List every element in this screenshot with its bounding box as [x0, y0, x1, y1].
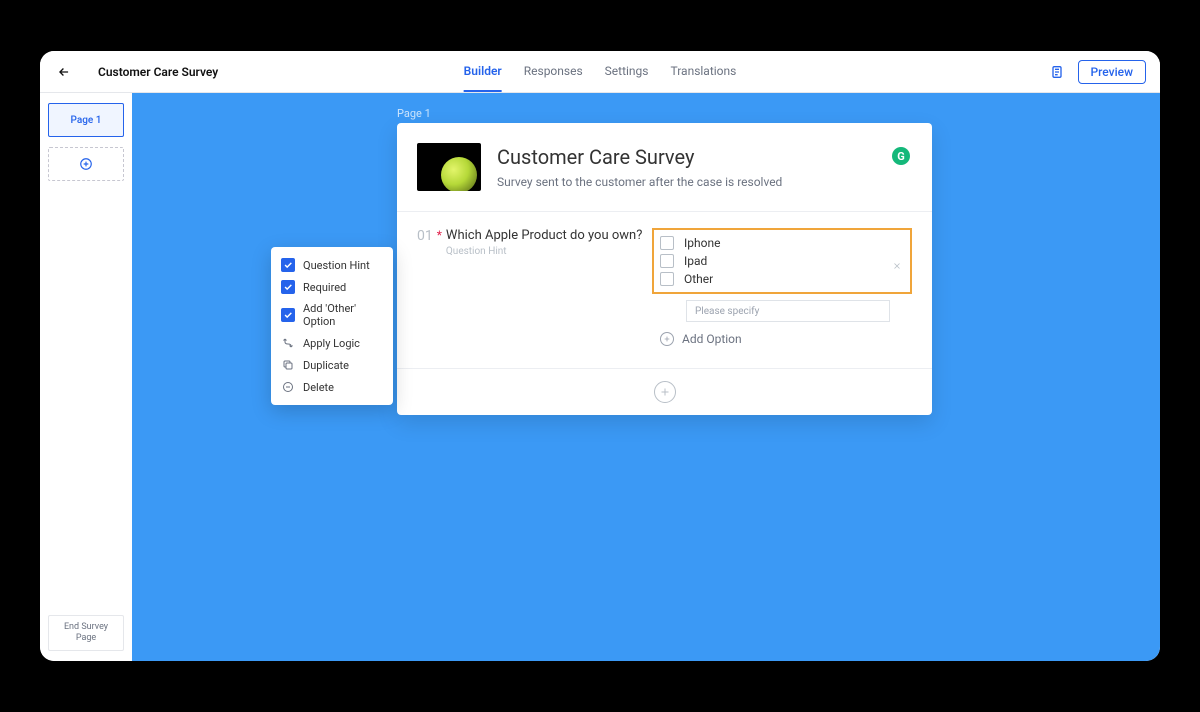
checkbox-icon[interactable]: [660, 254, 674, 268]
preview-button[interactable]: Preview: [1078, 60, 1147, 84]
pages-sidebar: Page 1 End Survey Page: [40, 93, 132, 661]
add-option-label: Add Option: [682, 332, 742, 346]
tab-translations[interactable]: Translations: [670, 51, 736, 92]
question-text[interactable]: Which Apple Product do you own?: [446, 228, 642, 243]
menu-label: Apply Logic: [303, 337, 360, 350]
survey-card: Customer Care Survey Survey sent to the …: [397, 123, 932, 415]
question-context-menu: Question Hint Required Add 'Other' Optio…: [271, 247, 393, 405]
remove-option-button[interactable]: [892, 256, 902, 275]
checkbox-icon[interactable]: [660, 236, 674, 250]
checkbox-icon[interactable]: [660, 272, 674, 286]
option-row[interactable]: Iphone: [660, 234, 904, 252]
option-row[interactable]: Ipad: [660, 252, 904, 270]
header-tabs: Builder Responses Settings Translations: [464, 51, 737, 92]
card-title[interactable]: Customer Care Survey: [497, 145, 782, 169]
tab-responses[interactable]: Responses: [524, 51, 583, 92]
back-button[interactable]: [54, 62, 74, 82]
checkbox-checked-icon: [281, 308, 295, 322]
tab-builder[interactable]: Builder: [464, 51, 502, 92]
menu-duplicate[interactable]: Duplicate: [271, 354, 393, 376]
arrow-left-icon: [57, 65, 71, 79]
canvas-page-label: Page 1: [397, 107, 431, 120]
menu-label: Required: [303, 281, 346, 294]
menu-label: Duplicate: [303, 359, 349, 372]
add-question-button[interactable]: [654, 381, 676, 403]
menu-apply-logic[interactable]: Apply Logic: [271, 332, 393, 354]
branch-icon: [281, 336, 295, 350]
menu-add-other[interactable]: Add 'Other' Option: [271, 298, 393, 332]
question-number: 01: [417, 228, 433, 346]
grammarly-badge[interactable]: G: [892, 147, 910, 165]
duplicate-icon: [281, 358, 295, 372]
other-specify-input[interactable]: Please specify: [686, 300, 890, 322]
end-survey-page-button[interactable]: End Survey Page: [48, 615, 124, 651]
checkbox-checked-icon: [281, 258, 295, 272]
document-icon: [1049, 64, 1065, 80]
plus-circle-icon: [79, 157, 93, 171]
delete-icon: [281, 380, 295, 394]
app-frame: Customer Care Survey Builder Responses S…: [40, 51, 1160, 661]
card-subtitle[interactable]: Survey sent to the customer after the ca…: [497, 175, 782, 189]
card-header: Customer Care Survey Survey sent to the …: [397, 123, 932, 212]
header-actions: Preview: [1048, 60, 1147, 84]
options-highlight-box: Iphone Ipad Other: [652, 228, 912, 294]
question-block[interactable]: 01 * Which Apple Product do you own? Que…: [397, 212, 932, 369]
survey-title: Customer Care Survey: [98, 65, 218, 79]
survey-image[interactable]: [417, 143, 481, 191]
option-row[interactable]: Other: [660, 270, 904, 288]
page-thumb-1[interactable]: Page 1: [48, 103, 124, 137]
option-label[interactable]: Iphone: [684, 236, 720, 250]
menu-label: Delete: [303, 381, 334, 394]
checkbox-checked-icon: [281, 280, 295, 294]
ball-graphic: [441, 157, 477, 191]
copy-link-button[interactable]: [1048, 63, 1066, 81]
option-label[interactable]: Ipad: [684, 254, 707, 268]
close-icon: [892, 261, 902, 271]
builder-canvas: Page 1 Question Hint Required: [132, 93, 1160, 661]
menu-question-hint[interactable]: Question Hint: [271, 254, 393, 276]
add-option-button[interactable]: Add Option: [660, 332, 912, 346]
question-hint-placeholder[interactable]: Question Hint: [446, 246, 642, 257]
required-star-icon: *: [437, 228, 442, 346]
answer-options: Iphone Ipad Other: [652, 228, 912, 346]
menu-label: Question Hint: [303, 259, 370, 272]
menu-label: Add 'Other' Option: [303, 302, 383, 328]
plus-circle-icon: [660, 332, 674, 346]
add-page-button[interactable]: [48, 147, 124, 181]
header: Customer Care Survey Builder Responses S…: [40, 51, 1160, 93]
card-footer: [397, 369, 932, 415]
tab-settings[interactable]: Settings: [605, 51, 649, 92]
body: Page 1 End Survey Page Page 1 Question H…: [40, 93, 1160, 661]
plus-icon: [659, 386, 671, 398]
menu-required[interactable]: Required: [271, 276, 393, 298]
option-label[interactable]: Other: [684, 272, 713, 286]
menu-delete[interactable]: Delete: [271, 376, 393, 398]
